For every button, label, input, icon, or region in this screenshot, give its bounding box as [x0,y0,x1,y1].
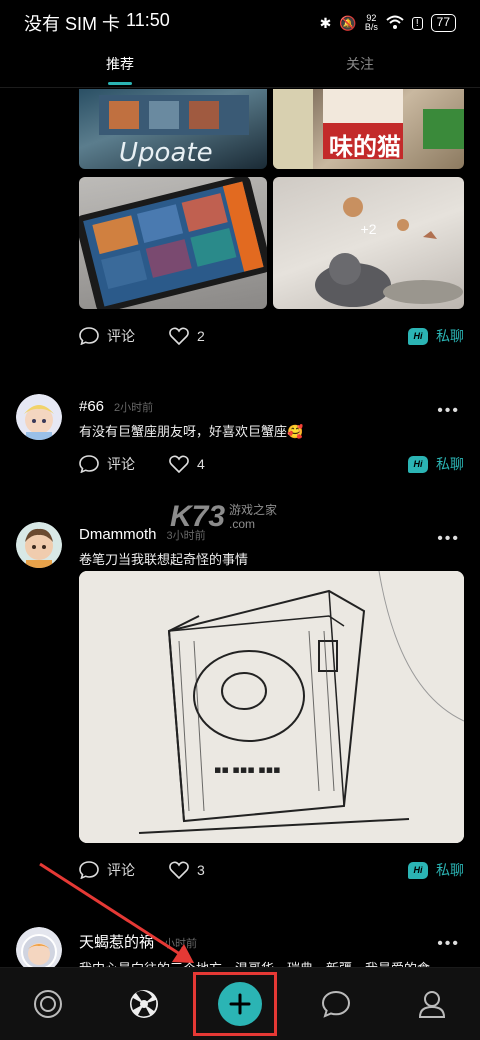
hi-chat-icon: Hi [408,455,428,473]
avatar[interactable] [16,394,62,440]
post-header: #66 2小时前 有没有巨蟹座朋友呀，好喜欢巨蟹座🥰 ••• [79,398,464,440]
post-text[interactable]: 有没有巨蟹座朋友呀，好喜欢巨蟹座🥰 [79,421,464,440]
chat-bubble-icon [321,990,351,1018]
hi-chat-icon: Hi [408,327,428,345]
like-count: 4 [197,456,205,472]
bluetooth-icon: ✱ [319,14,332,31]
like-button[interactable]: 4 [169,455,205,473]
comment-icon [79,327,99,345]
avatar[interactable] [16,522,62,568]
target-icon [34,990,62,1018]
post-header: 天蝎惹的祸 小时前 我内心最向往的三个地方，温哥华，瑞典，新疆，我最爱的食 ••… [79,931,464,967]
watermark-text: 游戏之家 [229,503,278,517]
private-chat-button[interactable]: Hi 私聊 [408,326,464,346]
heart-icon [169,861,189,879]
private-chat-label: 私聊 [436,328,464,344]
nav-discover[interactable] [114,974,174,1034]
post-actions: 评论 2 Hi 私聊 [79,324,464,348]
more-options-icon[interactable]: ••• [437,530,460,548]
photo-grid: Upoate 味的猫 +2 [79,89,464,309]
tab-recommend-label: 推荐 [106,56,134,72]
comment-button[interactable]: 评论 [79,454,135,474]
watermark-logo: K73 [170,500,226,533]
status-bar: 没有 SIM 卡 11:50 ✱ 🔕 92 B/s ! 77 [0,0,480,46]
comment-icon [79,455,99,473]
status-left: 没有 SIM 卡 11:50 [24,10,170,36]
aperture-icon [130,990,158,1018]
svg-text:味的猫: 味的猫 [329,133,401,161]
alert-icon: ! [411,16,423,30]
watermark-sub: .com [229,517,256,531]
comment-button[interactable]: 评论 [79,860,135,880]
username[interactable]: #66 [79,398,104,415]
username[interactable]: Dmammoth [79,526,157,543]
active-tab-indicator [108,82,132,85]
name-row: 天蝎惹的祸 小时前 [79,931,464,952]
tab-recommend[interactable]: 推荐 [0,46,240,87]
like-button[interactable]: 3 [169,861,205,879]
mute-bell-icon: 🔕 [339,14,357,31]
nav-messages[interactable] [306,974,366,1034]
watermark-text-block: 游戏之家 .com [229,503,277,531]
nav-profile[interactable] [402,974,462,1034]
heart-icon [169,327,189,345]
private-chat-label: 私聊 [436,862,464,878]
feed-tabs: 推荐 关注 [0,46,480,88]
private-chat-label: 私聊 [436,456,464,472]
photo-cat-sticker[interactable]: +2 [273,177,464,309]
photo-tablet-top[interactable]: Upoate [79,89,267,169]
heart-icon [169,455,189,473]
nav-home[interactable] [18,974,78,1034]
network-speed: 92 B/s [365,14,378,32]
post-text[interactable]: 我内心最向往的三个地方，温哥华，瑞典，新疆，我最爱的食 [79,958,464,967]
more-options-icon[interactable]: ••• [437,402,460,420]
more-photos-count: +2 [360,221,377,237]
svg-text:Upoate: Upoate [119,138,213,168]
post-actions: 评论 4 Hi 私聊 [79,452,464,476]
photo-drink-can[interactable]: 味的猫 [273,89,464,169]
post-image-sketch[interactable]: ▪▪ ▪▪▪ ▪▪▪ [79,571,464,843]
name-row: #66 2小时前 [79,398,464,415]
comment-label: 评论 [107,862,135,878]
avatar[interactable] [16,927,62,967]
username[interactable]: 天蝎惹的祸 [79,931,154,952]
private-chat-button[interactable]: Hi 私聊 [408,454,464,474]
comment-label: 评论 [107,456,135,472]
like-count: 2 [197,328,205,344]
carrier-label: 没有 SIM 卡 [24,14,121,34]
comment-icon [79,861,99,879]
person-icon [418,991,446,1018]
status-right: ✱ 🔕 92 B/s ! 77 [320,14,456,32]
hi-chat-icon: Hi [408,861,428,879]
post-text[interactable]: 卷笔刀当我联想起奇怪的事情 [79,549,464,568]
photo-tablet-hand[interactable] [79,177,267,309]
private-chat-button[interactable]: Hi 私聊 [408,860,464,880]
like-count: 3 [197,862,205,878]
more-options-icon[interactable]: ••• [437,935,460,953]
tab-following[interactable]: 关注 [240,46,480,87]
post-time: 小时前 [164,938,198,950]
svg-text:▪▪ ▪▪▪ ▪▪▪: ▪▪ ▪▪▪ ▪▪▪ [214,763,281,776]
comment-label: 评论 [107,328,135,344]
post-actions: 评论 3 Hi 私聊 [79,858,464,882]
highlight-frame [193,972,277,1036]
battery-indicator: 77 [430,14,456,32]
speed-unit: B/s [364,22,378,32]
wifi-icon [386,15,404,32]
comment-button[interactable]: 评论 [79,326,135,346]
tab-following-label: 关注 [346,56,374,72]
like-button[interactable]: 2 [169,327,205,345]
post-time: 2小时前 [114,402,154,414]
watermark: K73 游戏之家 .com [170,500,277,534]
clock: 11:50 [126,10,170,30]
